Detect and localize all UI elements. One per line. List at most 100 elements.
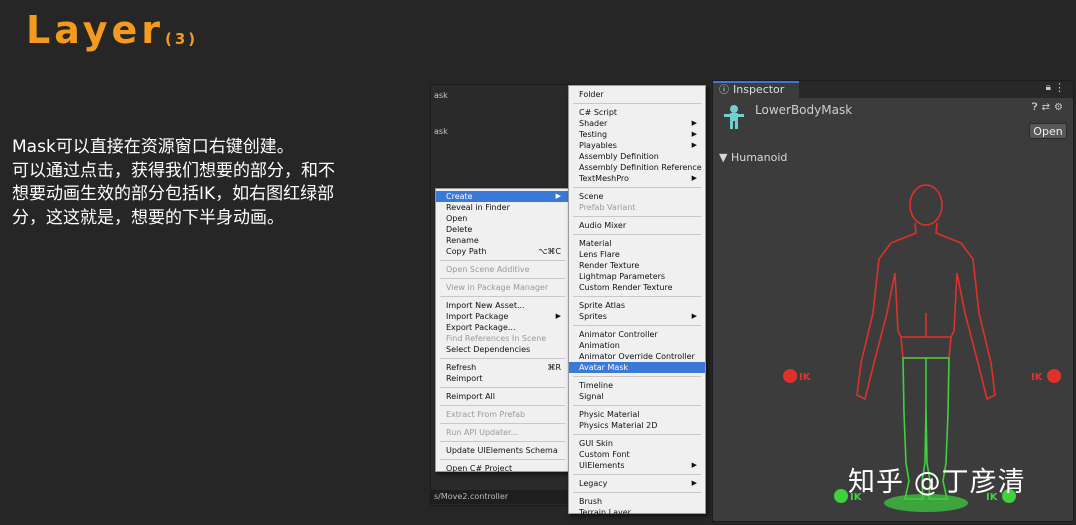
menu-item[interactable]: Custom Render Texture bbox=[569, 282, 705, 293]
header-icons: ❓︎⇄⚙ bbox=[1032, 102, 1067, 113]
menu-item[interactable]: Signal bbox=[569, 391, 705, 402]
menu-item[interactable]: Render Texture bbox=[569, 260, 705, 271]
menu-item[interactable]: Update UIElements Schema bbox=[436, 445, 569, 456]
menu-item[interactable]: Animation bbox=[569, 340, 705, 351]
menu-item: View in Package Manager bbox=[436, 282, 569, 293]
menu-item[interactable]: Assembly Definition bbox=[569, 151, 705, 162]
menu-item-label: Folder bbox=[579, 90, 604, 99]
menu-separator bbox=[573, 474, 701, 475]
menu-item-label: Import Package bbox=[446, 312, 509, 321]
menu-item[interactable]: Create ▶ bbox=[436, 191, 569, 202]
menu-item[interactable]: Legacy ▶ bbox=[569, 478, 705, 489]
menu-separator bbox=[573, 434, 701, 435]
menu-item-label: Extract From Prefab bbox=[446, 410, 526, 419]
menu-item[interactable]: Animator Override Controller bbox=[569, 351, 705, 362]
menu-item: Find References In Scene bbox=[436, 333, 569, 344]
menu-item[interactable]: Terrain Layer bbox=[569, 507, 705, 518]
menu-item-label: UIElements bbox=[579, 461, 625, 470]
menu-item-label: Reimport All bbox=[446, 392, 495, 401]
help-icon[interactable]: ❓︎ bbox=[1032, 102, 1042, 113]
left-hand-ik-dot[interactable] bbox=[783, 369, 797, 383]
right-hand-ik-dot[interactable] bbox=[1047, 369, 1061, 383]
menu-item[interactable]: Import Package ▶ bbox=[436, 311, 569, 322]
menu-item[interactable]: Animator Controller bbox=[569, 329, 705, 340]
menu-item[interactable]: Select Dependencies bbox=[436, 344, 569, 355]
menu-item-label: Lens Flare bbox=[579, 250, 620, 259]
menu-item[interactable]: Shader ▶ bbox=[569, 118, 705, 129]
menu-item: Open Scene Additive bbox=[436, 264, 569, 275]
menu-separator bbox=[573, 103, 701, 104]
menu-item-label: Delete bbox=[446, 225, 473, 234]
tab-inspector[interactable]: ⓘ Inspector bbox=[713, 81, 799, 98]
menu-item[interactable]: Testing ▶ bbox=[569, 129, 705, 140]
menu-item-label: Custom Render Texture bbox=[579, 283, 673, 292]
menu-item-label: Playables bbox=[579, 141, 617, 150]
menu-item[interactable]: Open bbox=[436, 213, 569, 224]
menu-item-label: Animator Controller bbox=[579, 330, 658, 339]
right-hand-ik-label: IK bbox=[1031, 372, 1044, 383]
menu-item-label: Refresh bbox=[446, 363, 477, 372]
menu-item[interactable]: Refresh ⌘R bbox=[436, 362, 569, 373]
menu-item[interactable]: Scene bbox=[569, 191, 705, 202]
description-text: Mask可以直接在资源窗口右键创建。 可以通过点击，获得我们想要的部分，和不 想… bbox=[12, 136, 422, 230]
settings-icon[interactable]: ⚙ bbox=[1054, 102, 1067, 113]
menu-item[interactable]: Playables ▶ bbox=[569, 140, 705, 151]
menu-item[interactable]: Open C# Project bbox=[436, 463, 569, 474]
menu-item[interactable]: UIElements ▶ bbox=[569, 460, 705, 471]
menu-separator bbox=[440, 459, 565, 460]
more-options-icon[interactable]: ⋮ bbox=[1054, 81, 1065, 94]
menu-item[interactable]: Physic Material bbox=[569, 409, 705, 420]
menu-item[interactable]: GUI Skin bbox=[569, 438, 705, 449]
menu-item-label: Render Texture bbox=[579, 261, 640, 270]
submenu-arrow-icon: ▶ bbox=[691, 130, 697, 138]
menu-item[interactable]: Reimport All bbox=[436, 391, 569, 402]
menu-item[interactable]: Reimport bbox=[436, 373, 569, 384]
menu-item[interactable]: Folder bbox=[569, 89, 705, 100]
menu-item-label: Avatar Mask bbox=[579, 363, 629, 372]
menu-item[interactable]: Sprite Atlas bbox=[569, 300, 705, 311]
menu-separator bbox=[440, 260, 565, 261]
asset-path-bar: s/Move2.controller bbox=[431, 490, 571, 504]
menu-item[interactable]: Import New Asset... bbox=[436, 300, 569, 311]
menu-item[interactable]: Rename bbox=[436, 235, 569, 246]
menu-item[interactable]: Lightmap Parameters bbox=[569, 271, 705, 282]
menu-item[interactable]: Delete bbox=[436, 224, 569, 235]
asset-item-fragment[interactable]: ask bbox=[434, 91, 448, 100]
menu-separator bbox=[573, 492, 701, 493]
left-foot-ik-dot[interactable] bbox=[834, 489, 848, 503]
menu-item[interactable]: TextMeshPro ▶ bbox=[569, 173, 705, 184]
menu-item-label: Sprites bbox=[579, 312, 607, 321]
menu-item[interactable]: Export Package... bbox=[436, 322, 569, 333]
menu-item[interactable]: Reveal in Finder bbox=[436, 202, 569, 213]
lock-icon[interactable]: 🔒︎ bbox=[1046, 82, 1051, 93]
menu-item-label: Create bbox=[446, 192, 473, 201]
inspector-panel: ⓘ Inspector 🔒︎ ⋮ LowerBodyMask ❓︎⇄⚙ Open… bbox=[712, 80, 1074, 522]
preset-icon[interactable]: ⇄ bbox=[1042, 102, 1054, 113]
menu-item-label: Open Scene Additive bbox=[446, 265, 530, 274]
menu-item-label: Signal bbox=[579, 392, 604, 401]
menu-item[interactable]: Audio Mixer bbox=[569, 220, 705, 231]
menu-item[interactable]: Lens Flare bbox=[569, 249, 705, 260]
menu-item[interactable]: Brush bbox=[569, 496, 705, 507]
menu-item[interactable]: Copy Path ⌥⌘C bbox=[436, 246, 569, 257]
menu-item[interactable]: Avatar Mask bbox=[569, 362, 705, 373]
menu-item-label: Animator Override Controller bbox=[579, 352, 695, 361]
open-button[interactable]: Open bbox=[1029, 123, 1067, 139]
info-icon: ⓘ bbox=[719, 85, 729, 96]
left-hand-ik-label: IK bbox=[799, 372, 812, 383]
menu-item-label: Open C# Project bbox=[446, 464, 513, 473]
menu-item[interactable]: Sprites ▶ bbox=[569, 311, 705, 322]
menu-item[interactable]: Timeline bbox=[569, 380, 705, 391]
menu-item[interactable]: Physics Material 2D bbox=[569, 420, 705, 431]
tab-inspector-label: Inspector bbox=[733, 83, 785, 96]
menu-item[interactable]: Assembly Definition Reference bbox=[569, 162, 705, 173]
humanoid-foldout[interactable]: ▼ Humanoid bbox=[719, 151, 787, 164]
menu-item[interactable]: Custom Font bbox=[569, 449, 705, 460]
menu-item[interactable]: Material bbox=[569, 238, 705, 249]
menu-item[interactable]: C# Script bbox=[569, 107, 705, 118]
menu-item-label: GUI Skin bbox=[579, 439, 613, 448]
asset-item-fragment[interactable]: ask bbox=[434, 127, 448, 136]
submenu-arrow-icon: ▶ bbox=[691, 141, 697, 149]
menu-separator bbox=[573, 216, 701, 217]
menu-item-label: Find References In Scene bbox=[446, 334, 547, 343]
